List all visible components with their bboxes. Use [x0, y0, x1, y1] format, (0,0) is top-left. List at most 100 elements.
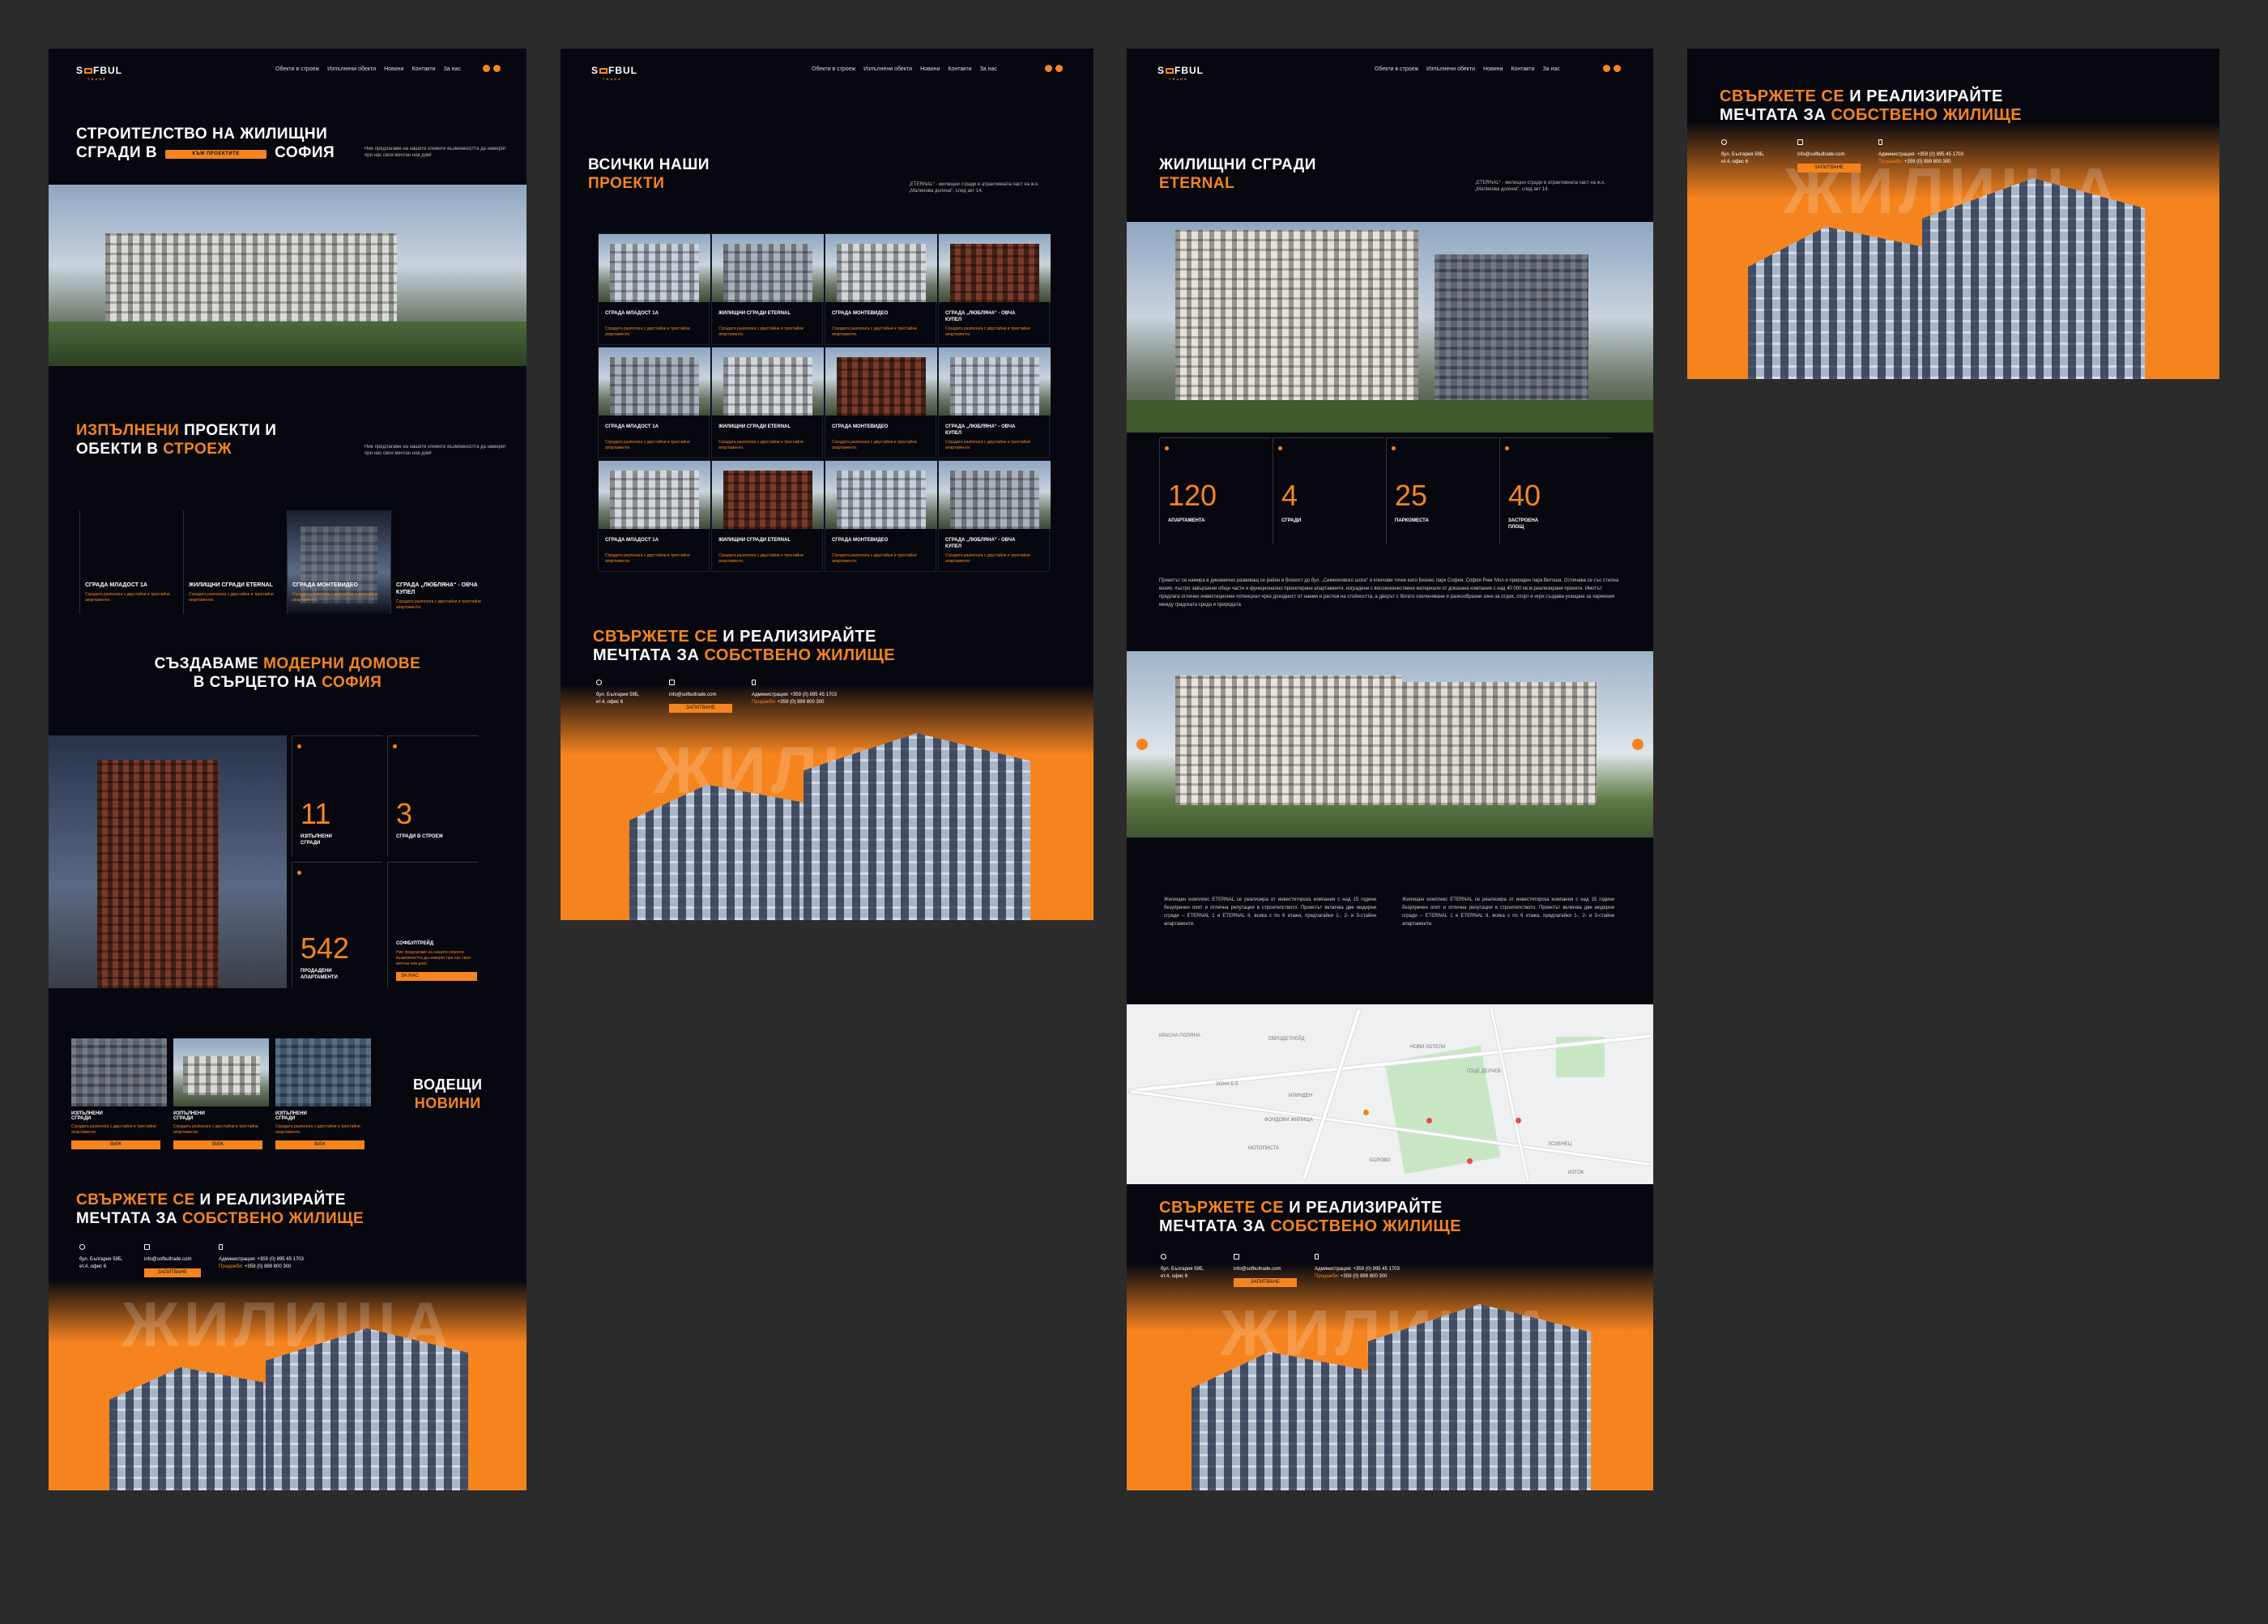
instagram-icon[interactable] — [1055, 65, 1063, 72]
nav-item-construction[interactable]: Обекти в строеж — [1375, 66, 1418, 72]
detail-gallery-image — [1127, 651, 1653, 838]
cta-phones: Администрация: +359 (0) 895 45 1703 Прода… — [752, 680, 837, 706]
project-grid-desc: Сградата разполага с двустайни и тристай… — [945, 440, 1030, 450]
project-card-active[interactable]: СГРАДА МОНТЕВИДЕО Сградата разполага с дв… — [287, 510, 390, 614]
nav-item-about[interactable]: За нас — [444, 66, 461, 72]
nav-item-about[interactable]: За нас — [1543, 66, 1560, 72]
facebook-icon[interactable] — [1603, 65, 1610, 72]
nav-item-completed[interactable]: Изпълнени обекти — [327, 66, 376, 72]
project-grid-card[interactable]: ЖИЛИЩНИ СГРАДИ ETERNAL Сградата разполага… — [711, 233, 824, 345]
project-grid-card[interactable]: ЖИЛИЩНИ СГРАДИ ETERNAL Сградата разполага… — [711, 460, 824, 572]
nav-item-about[interactable]: За нас — [980, 66, 997, 72]
location-icon — [1721, 139, 1727, 145]
nav-item-news[interactable]: Новини — [920, 66, 940, 72]
project-grid-title: СГРАДА „ЛЮБЛЯНА“ - ОВЧА КУПЕЛ — [945, 424, 1016, 436]
cta-address: бул. България 59Б, ет.4, офис 6 — [596, 680, 639, 706]
inquiry-button[interactable]: ЗАПИТВАНЕ — [669, 704, 732, 713]
cta-phones: Администрация: +359 (0) 895 45 1703 Прода… — [1878, 139, 1963, 166]
project-grid-card[interactable]: СГРАДА МОНТЕВИДЕО Сградата разполага с дв… — [825, 347, 937, 458]
mail-icon — [669, 680, 675, 685]
nav-item-contacts[interactable]: Контакти — [411, 66, 435, 72]
map-pin-icon[interactable] — [1426, 1118, 1432, 1123]
project-grid-title: СГРАДА МОНТЕВИДЕО — [832, 538, 889, 543]
to-projects-button[interactable]: КЪМ ПРОЕКТИТЕ — [165, 150, 267, 159]
nav-item-completed[interactable]: Изпълнени обекти — [1426, 66, 1475, 72]
project-thumbnail — [939, 347, 1051, 416]
map-pin-icon[interactable] — [1516, 1118, 1521, 1123]
project-card[interactable]: СГРАДА МЛАДОСТ 1А Сградата разполага с дв… — [79, 510, 183, 614]
about-button[interactable]: ЗА НАС — [396, 972, 477, 981]
nav-item-contacts[interactable]: Контакти — [1511, 66, 1534, 72]
project-thumbnail — [825, 347, 937, 416]
project-grid-title: СГРАДА МЛАДОСТ 1А — [605, 538, 659, 543]
inquiry-button[interactable]: ЗАПИТВАНЕ — [144, 1268, 201, 1277]
project-grid-card[interactable]: ЖИЛИЩНИ СГРАДИ ETERNAL Сградата разполага… — [711, 347, 824, 458]
brand-logo[interactable]: S FBUL TRADE — [1157, 65, 1204, 81]
map-pin-icon[interactable] — [1467, 1158, 1473, 1164]
project-grid-title: СГРАДА „ЛЮБЛЯНА“ - ОВЧА КУПЕЛ — [945, 311, 1016, 322]
hero-title: СТРОИТЕЛСТВО НА ЖИЛИЩНИ СГРАДИ В КЪМ ПРОЕ… — [76, 126, 335, 161]
map-pin-icon[interactable] — [1363, 1110, 1369, 1115]
project-grid-card[interactable]: СГРАДА „ЛЮБЛЯНА“ - ОВЧА КУПЕЛ Сградата ра… — [938, 347, 1051, 458]
location-icon — [79, 1244, 85, 1250]
facebook-icon[interactable] — [1045, 65, 1052, 72]
brand-logo[interactable]: S FBUL TRADE — [591, 65, 637, 81]
project-grid-card[interactable]: СГРАДА МОНТЕВИДЕО Сградата разполага с дв… — [825, 460, 937, 572]
hero-image — [49, 185, 526, 366]
project-grid-card[interactable]: СГРАДА „ЛЮБЛЯНА“ - ОВЧА КУПЕЛ Сградата ра… — [938, 233, 1051, 345]
company-block: СОФБУЛТРЕЙД Ние предлагаме на нашите кли… — [387, 862, 478, 988]
project-thumbnail — [712, 234, 824, 302]
project-thumbnail — [939, 461, 1051, 529]
project-grid-card[interactable]: СГРАДА МОНТЕВИДЕО Сградата разполага с дв… — [825, 233, 937, 345]
news-item[interactable]: ИЗПЪЛНЕНИ СГРАДИ Сградата разполага с дв… — [71, 1111, 167, 1149]
inquiry-button[interactable]: ЗАПИТВАНЕ — [1234, 1278, 1297, 1287]
location-map[interactable]: КРАСНА ПОЛЯНА ЕВРОДЕТРЕЙД ЗОНА Б-5 ИЛИНД… — [1127, 1004, 1653, 1184]
project-grid-title: СГРАДА МОНТЕВИДЕО — [832, 311, 889, 316]
project-grid-title: СГРАДА МЛАДОСТ 1А — [605, 424, 659, 429]
stat-completed: 11 ИЗПЪЛНЕНИ СГРАДИ — [292, 735, 382, 857]
tower-image — [49, 735, 287, 988]
nav-item-news[interactable]: Новини — [384, 66, 403, 72]
phone-icon — [219, 1244, 223, 1250]
location-icon — [1161, 1254, 1166, 1260]
instagram-icon[interactable] — [1614, 65, 1621, 72]
main-nav: Обекти в строеж Изпълнени обекти Новини … — [1375, 66, 1560, 72]
cta-building-image — [266, 1328, 468, 1490]
nav-item-construction[interactable]: Обекти в строеж — [275, 66, 319, 72]
site-header: S FBUL TRADE Обекти в строеж Изпълнени обе… — [1127, 49, 1653, 89]
project-thumbnail — [599, 234, 710, 302]
cta-phones: Администрация: +359 (0) 895 45 1703 Прода… — [219, 1244, 304, 1271]
chevron-right-icon[interactable] — [1632, 739, 1643, 750]
news-view-button[interactable]: ВИЖ — [71, 1140, 160, 1149]
news-item[interactable]: ИЗПЪЛНЕНИ СГРАДИ Сградата разполага с дв… — [173, 1111, 269, 1149]
inquiry-button[interactable]: ЗАПИТВАНЕ — [1797, 164, 1861, 173]
news-item[interactable]: ИЗПЪЛНЕНИ СГРАДИ Сградата разполага с дв… — [275, 1111, 371, 1149]
chevron-left-icon[interactable] — [1136, 739, 1148, 750]
project-grid-card[interactable]: СГРАДА МЛАДОСТ 1А Сградата разполага с дв… — [598, 347, 710, 458]
project-grid-desc: Сградата разполага с двустайни и тристай… — [718, 326, 804, 337]
facebook-icon[interactable] — [483, 65, 490, 72]
detail-hero-image — [1127, 222, 1653, 433]
nav-item-completed[interactable]: Изпълнени обекти — [863, 66, 912, 72]
project-grid-desc: Сградата разполага с двустайни и тристай… — [718, 440, 804, 450]
stat-sold: 542 ПРОДАДЕНИ АПАРТАМЕНТИ — [292, 862, 382, 988]
detail-title: ЖИЛИЩНИ СГРАДИ ETERNAL — [1159, 156, 1316, 192]
brand-logo[interactable]: S FBUL TRADE — [76, 65, 122, 81]
mail-icon — [1797, 139, 1803, 145]
main-nav: Обекти в строеж Изпълнени обекти Новини … — [275, 66, 461, 72]
news-view-button[interactable]: ВИЖ — [275, 1140, 364, 1149]
news-view-button[interactable]: ВИЖ — [173, 1140, 262, 1149]
instagram-icon[interactable] — [493, 65, 501, 72]
project-grid-card[interactable]: СГРАДА „ЛЮБЛЯНА“ - ОВЧА КУПЕЛ Сградата ра… — [938, 460, 1051, 572]
nav-item-construction[interactable]: Обекти в строеж — [812, 66, 855, 72]
nav-item-contacts[interactable]: Контакти — [948, 66, 971, 72]
project-grid-card[interactable]: СГРАДА МЛАДОСТ 1А Сградата разполага с дв… — [598, 460, 710, 572]
project-grid-card[interactable]: СГРАДА МЛАДОСТ 1А Сградата разполага с дв… — [598, 233, 710, 345]
nav-item-news[interactable]: Новини — [1483, 66, 1503, 72]
phone-icon — [1315, 1254, 1319, 1260]
cta-email: info@sofbultrade.com ЗАПИТВАНЕ — [1797, 139, 1861, 173]
project-thumbnail — [712, 461, 824, 529]
project-card[interactable]: СГРАДА „ЛЮБЛЯНА“ - ОВЧА КУПЕЛ Сградата ра… — [390, 510, 494, 614]
projects-description: „ETERNAL“ - жилищни сгради в атрактивнат… — [909, 182, 1039, 194]
project-card[interactable]: ЖИЛИЩНИ СГРАДИ ETERNAL Сградата разполага… — [183, 510, 287, 614]
